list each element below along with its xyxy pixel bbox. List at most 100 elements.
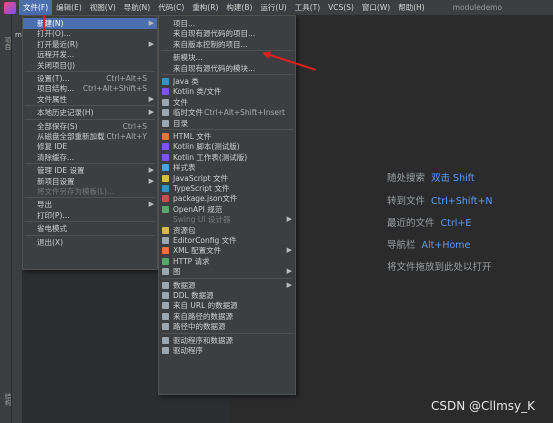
menu-item[interactable]: 本地历史记录(H) ▶ (23, 107, 157, 118)
project-tool-tab[interactable]: 项目 (2, 37, 12, 50)
submenu-arrow-icon: ▶ (148, 200, 154, 209)
menu-0[interactable]: 文件(F) (19, 0, 53, 15)
menu-item[interactable]: XML 配置文件 ▶ (159, 245, 295, 256)
menu-2[interactable]: 视图(V) (86, 0, 120, 15)
editor-hint: 将文件拖放到此处以打开 (387, 259, 492, 273)
menu-item[interactable]: 项目结构... Ctrl+Alt+Shift+S (23, 83, 157, 94)
menu-item[interactable]: 文件 (159, 97, 295, 108)
menu-10[interactable]: 窗口(W) (358, 0, 394, 15)
menu-item[interactable]: Kotlin 脚本(测试版) (159, 141, 295, 152)
menu-item[interactable]: 数据源 ▶ (159, 280, 295, 291)
menu-separator (161, 74, 293, 75)
menu-item[interactable]: 关闭项目(J) (23, 60, 157, 71)
hint-text: 将文件拖放到此处以打开 (387, 262, 492, 273)
menu-bar-items: 文件(F) 编辑(E) 视图(V) 导航(N) 代码(C) 重构(R) 构建(B) 运行(U)… (19, 0, 429, 15)
menu-item-shortcut: Ctrl+Alt+S (106, 74, 147, 83)
menu-item-label: 新建(N) (37, 19, 64, 28)
menu-9[interactable]: VCS(S) (324, 0, 358, 15)
menu-item[interactable]: 临时文件 Ctrl+Alt+Shift+Insert (159, 107, 295, 118)
menu-item-label: XML 配置文件 (173, 246, 222, 256)
submenu-arrow-icon: ▶ (148, 176, 154, 185)
menu-item[interactable]: 目录 (159, 118, 295, 129)
menu-item[interactable]: 全部保存(S) Ctrl+S (23, 121, 157, 132)
menu-item-label: Java 类 (173, 77, 199, 86)
menu-item[interactable]: 退出(X) (23, 237, 157, 248)
file-type-icon (162, 88, 169, 96)
menu-11[interactable]: 帮助(H) (394, 0, 429, 15)
file-type-icon (162, 153, 169, 161)
menu-item[interactable]: 设置(T)... Ctrl+Alt+S (23, 73, 157, 84)
project-title: moduledemo (452, 3, 503, 12)
menu-item[interactable]: 来自版本控制的项目... (159, 39, 295, 50)
menu-item[interactable]: 清除缓存... (23, 152, 157, 163)
file-type-icon (162, 312, 169, 320)
menu-item[interactable]: 从磁盘全部重新加载 Ctrl+Alt+Y (23, 131, 157, 142)
menu-item[interactable]: 来自现有源代码的项目... (159, 28, 295, 39)
file-type-icon (162, 185, 169, 192)
menu-1[interactable]: 编辑(E) (52, 0, 86, 15)
menu-8[interactable]: 工具(T) (291, 0, 324, 15)
menu-item[interactable]: 路径中的数据源 (159, 321, 295, 332)
menu-item[interactable]: DDL 数据源 (159, 290, 295, 301)
menu-3[interactable]: 导航(N) (120, 0, 154, 15)
file-type-icon (162, 164, 169, 172)
menu-item-label: 样式表 (173, 163, 196, 173)
menu-item-label: package.json文件 (173, 194, 238, 204)
menu-item[interactable]: HTTP 请求 (159, 256, 295, 267)
file-type-icon (162, 268, 169, 276)
menu-item[interactable]: 驱动程序 (159, 345, 295, 356)
file-type-icon (162, 143, 169, 151)
editor-hint: 导航栏 Alt+Home (387, 237, 470, 251)
menu-item-label: 来自 URL 的数据源 (173, 301, 238, 311)
menu-item[interactable]: 图 ▶ (159, 266, 295, 277)
menu-item-label: 文件属性 (37, 94, 67, 104)
menu-5[interactable]: 重构(R) (188, 0, 222, 15)
menu-item-shortcut: Ctrl+Alt+Shift+Insert (204, 108, 285, 118)
submenu-arrow-icon: ▶ (148, 19, 154, 27)
menu-item[interactable]: 管理 IDE 设置 ▶ (23, 165, 157, 176)
menu-item[interactable]: TypeScript 文件 (159, 183, 295, 194)
menu-item[interactable]: 打开最近(R) ▶ (23, 39, 157, 50)
menu-item[interactable]: 样式表 (159, 162, 295, 173)
menu-item[interactable]: 修复 IDE (23, 141, 157, 152)
file-type-icon (162, 133, 169, 140)
menu-item[interactable]: 项目... (159, 18, 295, 29)
menu-item[interactable]: 打印(P)... (23, 210, 157, 221)
file-type-icon (162, 292, 169, 299)
file-type-icon (162, 205, 169, 213)
menu-item[interactable]: Kotlin 类/文件 (159, 86, 295, 97)
menu-item-label: Kotlin 工作表(测试版) (173, 152, 248, 162)
menu-item[interactable]: 导出 ▶ (23, 199, 157, 210)
menu-item[interactable]: Java 类 (159, 76, 295, 87)
menu-item[interactable]: 来自 URL 的数据源 (159, 300, 295, 311)
menu-6[interactable]: 构建(B) (222, 0, 256, 15)
menu-item[interactable]: 省电模式 (23, 223, 157, 234)
menu-4[interactable]: 代码(C) (154, 0, 188, 15)
menu-item[interactable]: 远程开发... (23, 49, 157, 60)
menu-separator (161, 129, 293, 130)
menu-item[interactable]: package.json文件 (159, 193, 295, 204)
menu-item-label: 项目... (173, 19, 196, 28)
menu-item-label: Kotlin 脚本(测试版) (173, 142, 240, 152)
menu-item[interactable]: Kotlin 工作表(测试版) (159, 152, 295, 163)
menu-item[interactable]: 文件属性 ▶ (23, 94, 157, 105)
menu-item-label: TypeScript 文件 (173, 184, 230, 193)
menu-item[interactable]: 新项目设置 ▶ (23, 176, 157, 187)
hint-text: 导航栏 (387, 240, 416, 251)
menu-item[interactable]: 驱动程序和数据源 (159, 335, 295, 346)
menu-item[interactable]: JavaScript 文件 (159, 173, 295, 184)
menu-item[interactable]: EditorConfig 文件 (159, 235, 295, 246)
menu-item[interactable]: OpenAPI 规范 (159, 204, 295, 215)
menu-separator (25, 163, 155, 165)
menu-item: Swing UI 设计器 ▶ (159, 214, 295, 225)
menu-item-label: 省电模式 (37, 224, 67, 234)
menu-item[interactable]: HTML 文件 (159, 131, 295, 142)
structure-tool-tab[interactable]: 结构 (2, 393, 12, 406)
file-type-icon (162, 109, 169, 117)
menu-item-label: 来自版本控制的项目... (173, 39, 248, 49)
hint-shortcut: Ctrl+E (440, 218, 472, 229)
menu-7[interactable]: 运行(U) (256, 0, 290, 15)
menu-item[interactable]: 来自路径的数据源 (159, 311, 295, 322)
menu-item[interactable]: 资源包 (159, 225, 295, 236)
menu-item[interactable]: 来自现有源代码的模块... (159, 63, 295, 74)
